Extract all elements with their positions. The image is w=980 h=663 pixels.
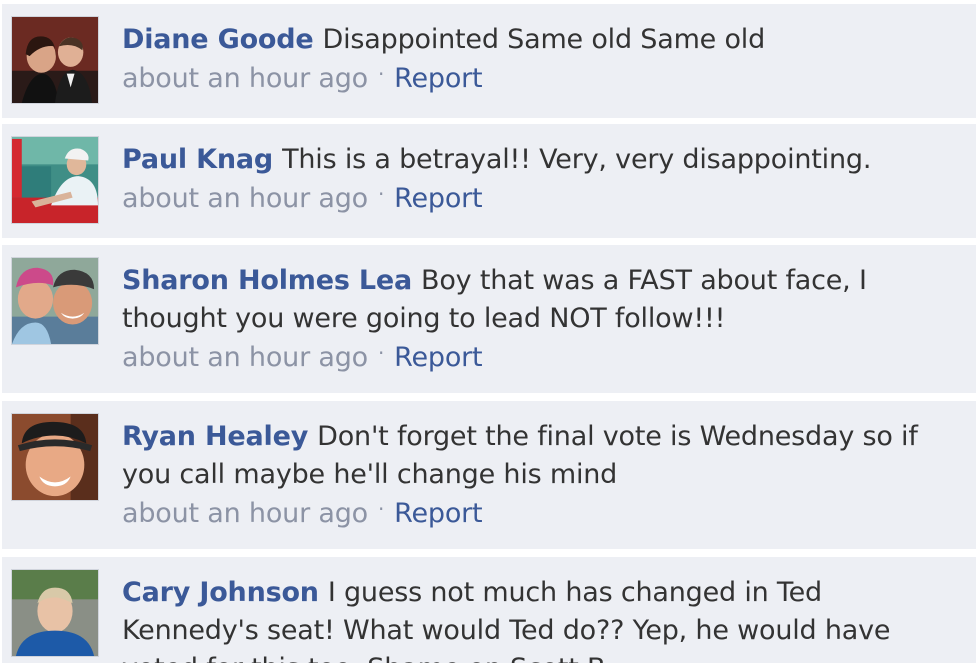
report-link[interactable]: Report [394,342,483,373]
comment-meta: about an hour ago · Report [122,494,962,535]
author-name-link[interactable]: Sharon Holmes Lea [122,265,412,296]
timestamp: about an hour ago [122,342,368,373]
timestamp: about an hour ago [122,63,368,94]
profile-photo-icon [12,258,98,344]
separator-dot: · [377,182,385,206]
comment-text: Sharon Holmes Lea Boy that was a FAST abo… [122,262,962,338]
avatar[interactable] [11,413,99,501]
avatar[interactable] [11,569,99,657]
comment-meta: about an hour ago · Report [122,59,962,100]
profile-photo-icon [12,17,98,103]
report-link[interactable]: Report [394,183,483,214]
comment-item: Sharon Holmes Lea Boy that was a FAST abo… [2,245,976,393]
comment-text: Diane Goode Disappointed Same old Same ol… [122,21,962,59]
separator-dot: · [377,497,385,521]
comment-text: Paul Knag This is a betrayal!! Very, very… [122,141,962,179]
timestamp: about an hour ago [122,498,368,529]
separator-dot: · [377,341,385,365]
comment-item: Ryan Healey Don't forget the final vote i… [2,401,976,549]
report-link[interactable]: Report [394,498,483,529]
comment-text: Ryan Healey Don't forget the final vote i… [122,418,962,494]
comment-message: Disappointed Same old Same old [322,24,766,55]
profile-photo-icon [12,137,98,223]
profile-photo-icon [12,570,98,656]
comment-item: Cary Johnson I guess not much has changed… [2,557,976,663]
comment-item: Diane Goode Disappointed Same old Same ol… [2,4,976,118]
comment-message: This is a betrayal!! Very, very disappoi… [282,144,872,175]
comment-meta: about an hour ago · Report [122,179,962,220]
avatar[interactable] [11,257,99,345]
comment-item: Paul Knag This is a betrayal!! Very, very… [2,124,976,238]
separator-dot: · [377,62,385,86]
author-name-link[interactable]: Ryan Healey [122,421,308,452]
timestamp: about an hour ago [122,183,368,214]
author-name-link[interactable]: Diane Goode [122,24,314,55]
report-link[interactable]: Report [394,63,483,94]
author-name-link[interactable]: Paul Knag [122,144,273,175]
avatar[interactable] [11,16,99,104]
avatar[interactable] [11,136,99,224]
comment-text: Cary Johnson I guess not much has changed… [122,574,962,663]
author-name-link[interactable]: Cary Johnson [122,577,319,608]
profile-photo-icon [12,414,98,500]
comment-meta: about an hour ago · Report [122,338,962,379]
